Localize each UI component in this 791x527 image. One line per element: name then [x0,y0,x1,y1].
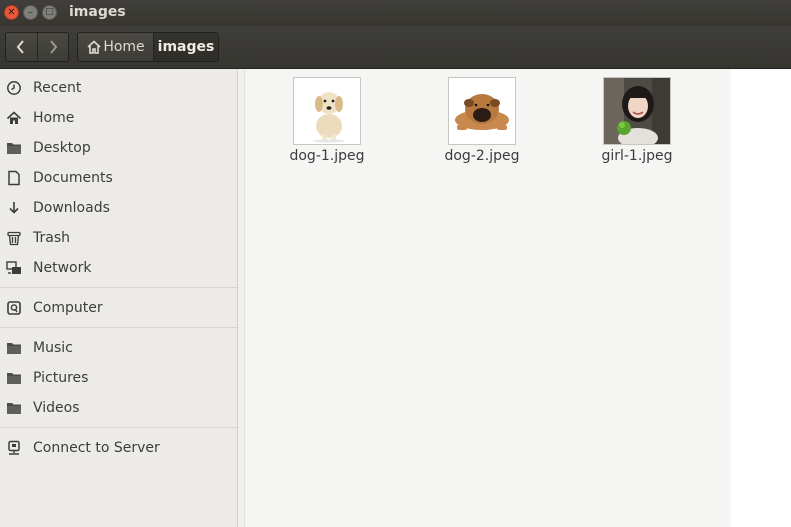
file-item[interactable]: girl-1.jpeg [582,77,692,164]
sidebar-divider [0,287,237,288]
sidebar-item-connect-to-server[interactable]: Connect to Server [0,433,237,463]
sidebar-item-desktop[interactable]: Desktop [0,133,237,163]
content-background [731,69,791,527]
sidebar-divider [0,427,237,428]
chevron-right-icon [49,40,58,54]
breadcrumb: Home images [77,32,219,62]
folder-icon [5,339,23,357]
sidebar-item-videos[interactable]: Videos [0,393,237,423]
drive-icon [5,299,23,317]
breadcrumb-current-label: images [157,39,215,55]
minimize-window-button[interactable]: – [23,5,38,20]
file-item[interactable]: dog-1.jpeg [272,77,382,164]
folder-icon [5,399,23,417]
sidebar-resize-handle[interactable] [238,69,245,527]
home-icon [87,40,101,54]
folder-icon [5,369,23,387]
network-icon [5,259,23,277]
sidebar: Recent Home Desktop Documents Downloads … [0,69,238,527]
server-icon [5,439,23,457]
breadcrumb-home[interactable]: Home [78,33,154,61]
sidebar-item-documents[interactable]: Documents [0,163,237,193]
maximize-window-button[interactable]: □ [42,5,57,20]
file-view: dog-1.jpeg dog-2.jpeg girl-1.jpeg [245,69,731,527]
puppy-thumbnail [293,77,361,145]
document-icon [5,169,23,187]
title-bar: ✕ – □ images [0,0,791,26]
sidebar-item-downloads[interactable]: Downloads [0,193,237,223]
sidebar-item-network[interactable]: Network [0,253,237,283]
folder-icon [5,139,23,157]
file-item[interactable]: dog-2.jpeg [427,77,537,164]
toolbar: Home images [0,26,791,69]
sidebar-divider [0,327,237,328]
home-icon [5,109,23,127]
window-title: images [69,4,126,20]
breadcrumb-home-label: Home [103,39,145,55]
close-window-button[interactable]: ✕ [4,5,19,20]
clock-icon [5,79,23,97]
sidebar-item-home[interactable]: Home [0,103,237,133]
trash-icon [5,229,23,247]
sidebar-item-recent[interactable]: Recent [0,73,237,103]
sidebar-item-trash[interactable]: Trash [0,223,237,253]
chevron-left-icon [16,40,25,54]
navigation-buttons [5,32,69,62]
sidebar-item-music[interactable]: Music [0,333,237,363]
back-button[interactable] [6,33,38,61]
breadcrumb-current[interactable]: images [154,33,218,61]
file-name: girl-1.jpeg [601,148,673,164]
file-name: dog-1.jpeg [289,148,365,164]
file-name: dog-2.jpeg [444,148,520,164]
shar-pei-thumbnail [448,77,516,145]
sidebar-item-computer[interactable]: Computer [0,293,237,323]
portrait-thumbnail [603,77,671,145]
sidebar-item-pictures[interactable]: Pictures [0,363,237,393]
download-icon [5,199,23,217]
forward-button[interactable] [38,33,69,61]
